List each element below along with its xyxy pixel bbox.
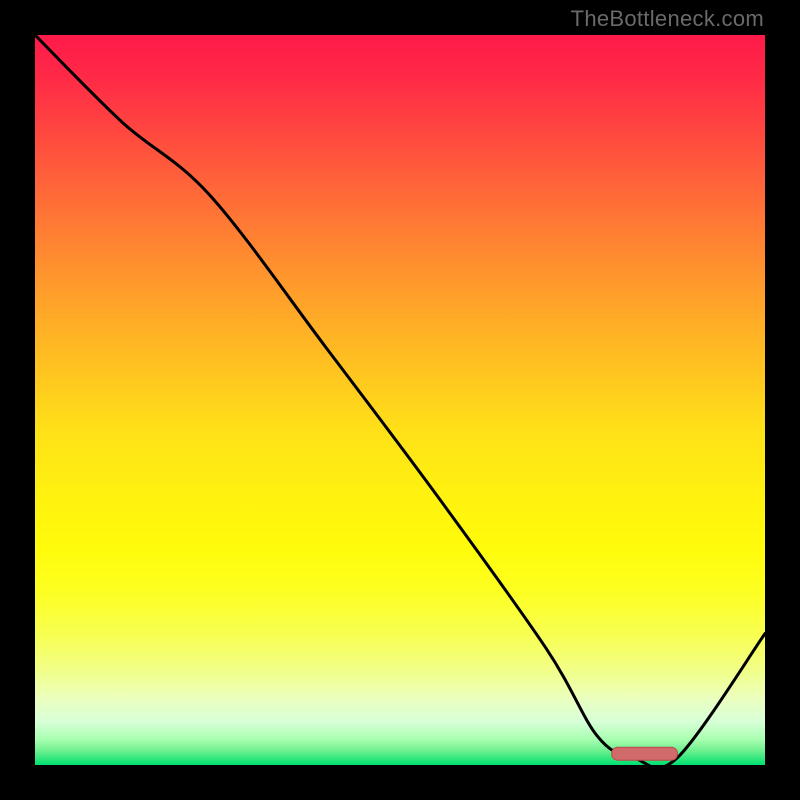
chart-svg bbox=[35, 35, 765, 765]
chart-frame: TheBottleneck.com bbox=[0, 0, 800, 800]
plot-area bbox=[35, 35, 765, 765]
bottleneck-curve-path bbox=[35, 35, 765, 765]
watermark-text: TheBottleneck.com bbox=[571, 6, 764, 32]
optimal-range-marker bbox=[612, 747, 678, 760]
